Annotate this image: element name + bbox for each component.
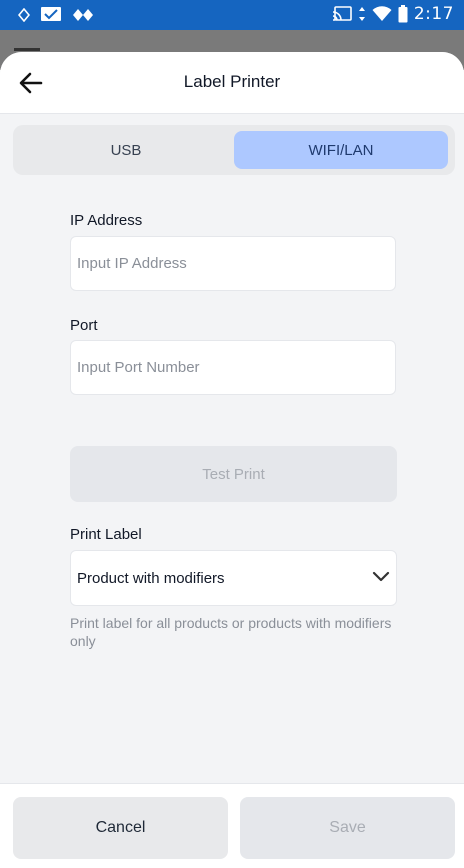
status-time: 2:17 <box>413 4 454 24</box>
header: Label Printer <box>0 52 464 114</box>
label-printer-sheet: Label Printer USB WIFI/LAN IP Address Po… <box>0 52 464 868</box>
ip-address-label: IP Address <box>70 212 143 229</box>
test-print-button[interactable]: Test Print <box>70 446 397 502</box>
print-label-select[interactable]: Product with modifiers <box>70 550 397 606</box>
status-notifications <box>18 6 94 24</box>
ip-address-input[interactable] <box>70 236 396 291</box>
connection-tabs: USB WIFI/LAN <box>13 125 455 175</box>
port-input[interactable] <box>70 340 396 395</box>
status-bar: 2:17 <box>0 0 464 30</box>
battery-icon <box>398 5 408 23</box>
data-arrows-icon <box>358 7 365 21</box>
print-label-label: Print Label <box>70 526 142 543</box>
wifi-icon <box>372 6 392 21</box>
cancel-button[interactable]: Cancel <box>13 797 228 859</box>
tab-wifi-lan[interactable]: WIFI/LAN <box>234 131 448 169</box>
cast-icon <box>332 6 352 21</box>
port-label: Port <box>70 317 98 334</box>
save-button[interactable]: Save <box>240 797 455 859</box>
checkbox-notification-icon <box>41 7 61 21</box>
print-label-help-text: Print label for all products or products… <box>70 615 392 649</box>
diamond-notification-icon <box>73 9 93 21</box>
tab-usb[interactable]: USB <box>19 131 233 169</box>
print-label-value: Product with modifiers <box>77 570 225 587</box>
footer: Cancel Save <box>0 783 464 868</box>
page-title: Label Printer <box>183 72 281 91</box>
chevron-down-icon <box>372 571 390 582</box>
app-notification-icon <box>18 8 30 22</box>
status-system: 2:17 <box>332 4 454 24</box>
